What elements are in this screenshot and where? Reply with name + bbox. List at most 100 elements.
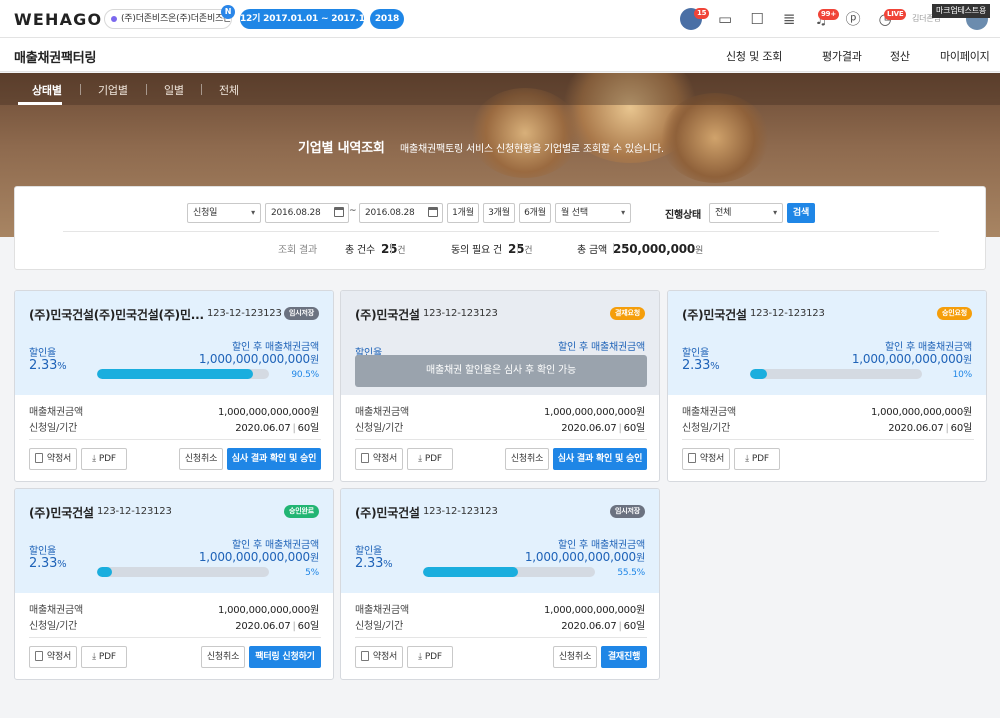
receivable-label: 매출채권금액	[355, 605, 409, 616]
tab-all[interactable]: 전체	[219, 82, 239, 98]
document-icon	[34, 651, 43, 661]
pdf-button[interactable]: ⤓ PDF	[734, 448, 780, 470]
calendar-icon[interactable]	[334, 207, 344, 217]
application-date: 2020.06.07	[561, 621, 617, 632]
discount-rate-value: 2.33%	[355, 556, 393, 571]
pdf-button[interactable]: ⤓ PDF	[407, 448, 453, 470]
date-from-field[interactable]: 2016.08.28	[265, 203, 349, 223]
tab-by-day[interactable]: 일별	[164, 82, 184, 98]
hero-description: 매출채권팩토링 서비스 신청현황을 기업별로 조회할 수 있습니다.	[400, 144, 664, 155]
pdf-button[interactable]: ⤓ PDF	[81, 448, 127, 470]
percent-sign: %	[57, 361, 67, 372]
point-icon[interactable]: ⓟ	[844, 10, 862, 28]
cancel-application-button[interactable]: 신청취소	[179, 448, 223, 470]
calendar-icon[interactable]	[428, 207, 438, 217]
date-range-separator: ~	[349, 206, 357, 216]
amount-number: 1,000,000,000,000	[198, 550, 310, 564]
date-period-value: 2020.06.07 | 60일	[235, 423, 319, 434]
pdf-button[interactable]: ⤓ PDF	[407, 646, 453, 668]
document-icon	[34, 453, 43, 463]
pdf-button[interactable]: ⤓ PDF	[81, 646, 127, 668]
receivable-label: 매출채권금액	[29, 407, 83, 418]
rate-number: 2.33	[355, 556, 384, 571]
company-selector[interactable]: (주)더존비즈온(주)더존비즈온...	[104, 9, 232, 29]
fiscal-period-selector[interactable]: 12기 2017.01.01 ~ 2017.12.31	[240, 9, 386, 29]
video-icon[interactable]: ▭	[716, 10, 734, 28]
receivable-amount: 1,000,000,000,000원	[217, 605, 319, 616]
period-3-month-button[interactable]: 3개월	[483, 203, 515, 223]
progress-percent: 10%	[952, 370, 973, 380]
amount-number: 1,000,000,000,000	[851, 352, 963, 366]
amount-number: 1,000,000,000,000	[198, 352, 310, 366]
contract-button[interactable]: 약정서	[355, 646, 403, 668]
search-button[interactable]: 검색	[787, 203, 815, 223]
count-unit: 건	[397, 246, 406, 256]
year-selector[interactable]: 2018	[370, 9, 404, 29]
won-unit: 원	[963, 355, 972, 366]
date-period-value: 2020.06.07 | 60일	[888, 423, 973, 434]
tab-by-company[interactable]: 기업별	[98, 82, 128, 98]
progress-fill	[97, 369, 253, 379]
contract-button[interactable]: 약정서	[29, 646, 77, 668]
date-period-value: 2020.06.07 | 60일	[561, 423, 645, 434]
download-icon: ⤓	[418, 454, 422, 464]
percent-sign: %	[57, 559, 67, 570]
date-period-label: 신청일/기간	[682, 423, 731, 434]
pdf-label: PDF	[98, 454, 116, 464]
discounted-amount-value: 1,000,000,000,000원	[852, 351, 972, 366]
menu-settlement[interactable]: 정산	[890, 48, 910, 64]
status-select-value: 전체	[715, 208, 732, 218]
cancel-application-button[interactable]: 신청취소	[553, 646, 597, 668]
total-amount-value: 250,000,000	[612, 242, 696, 256]
discounted-amount-value: 1,000,000,000,000원	[199, 351, 319, 366]
primary-action-button[interactable]: 심사 결과 확인 및 승인	[553, 448, 647, 470]
download-icon: ⤓	[745, 454, 749, 464]
company-card: (주)민국건설 123-12-123123 결재요청 할인율 할인 후 매출채권금액 매출…	[340, 290, 660, 482]
menu-mypage[interactable]: 마이페이지	[940, 48, 990, 64]
period-1-month-button[interactable]: 1개월	[447, 203, 479, 223]
period-6-month-button[interactable]: 6개월	[519, 203, 551, 223]
status-badge: 승인완료	[284, 505, 319, 518]
period-days: 60일	[950, 423, 973, 434]
wehago-logo[interactable]: WEHAGO	[14, 10, 102, 29]
won-unit: 원	[310, 355, 319, 366]
period-days: 60일	[297, 621, 320, 632]
menu-evaluation[interactable]: 평가결과	[822, 48, 862, 64]
contract-label: 약정서	[372, 652, 398, 662]
status-select[interactable]: 전체 ▾	[709, 203, 783, 223]
primary-action-button[interactable]: 팩터링 신청하기	[249, 646, 321, 668]
summary-divider	[613, 243, 614, 254]
hero-image-egg	[660, 93, 770, 183]
cancel-application-button[interactable]: 신청취소	[505, 448, 549, 470]
page-title: 매출채권팩터링	[14, 51, 97, 66]
date-type-select[interactable]: 신청일 ▾	[187, 203, 261, 223]
company-name: (주)더존비즈온(주)더존비즈온...	[121, 14, 232, 24]
pdf-label: PDF	[424, 652, 442, 662]
contract-label: 약정서	[372, 454, 398, 464]
discount-rate-label: 할인율	[29, 348, 56, 359]
contract-button[interactable]: 약정서	[29, 448, 77, 470]
month-select[interactable]: 월 선택 ▾	[555, 203, 631, 223]
consent-count-label: 동의 필요 건	[451, 245, 502, 256]
primary-action-button[interactable]: 결재진행	[601, 646, 647, 668]
tab-by-status[interactable]: 상태별	[32, 82, 62, 98]
contract-button[interactable]: 약정서	[355, 448, 403, 470]
receivable-label: 매출채권금액	[29, 605, 83, 616]
menu-apply-inquiry[interactable]: 신청 및 조회	[726, 48, 782, 64]
date-to-field[interactable]: 2016.08.28	[359, 203, 443, 223]
view-tabs: 상태별 기업별 일별 전체	[0, 73, 1000, 105]
primary-action-button[interactable]: 심사 결과 확인 및 승인	[227, 448, 321, 470]
receivable-amount: 1,000,000,000,000원	[543, 605, 645, 616]
document-icon	[360, 453, 369, 463]
progress-bar	[97, 567, 269, 577]
cancel-application-button[interactable]: 신청취소	[201, 646, 245, 668]
period-days: 60일	[623, 621, 646, 632]
rate-number: 2.33	[682, 358, 711, 373]
contract-button[interactable]: 약정서	[682, 448, 730, 470]
discount-rate-value: 2.33%	[29, 358, 67, 373]
document-icon	[687, 453, 696, 463]
company-name: (주)민국건설	[355, 308, 420, 322]
chat-icon[interactable]: ☐	[748, 10, 766, 28]
document-icon[interactable]: ≣	[780, 10, 798, 28]
tab-divider	[146, 84, 147, 95]
